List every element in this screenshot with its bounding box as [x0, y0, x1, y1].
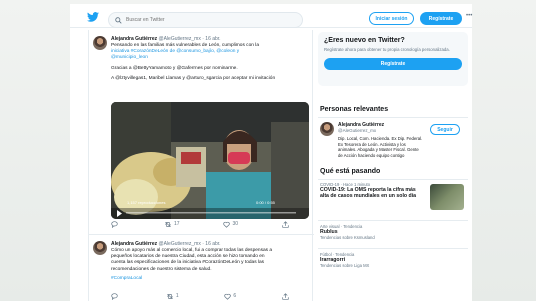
divider [89, 234, 314, 235]
like-button[interactable]: 30 [223, 220, 238, 228]
trend-item[interactable]: Arte visual · Tendencia Rublus Tendencia… [320, 224, 466, 240]
share-icon [282, 292, 289, 300]
retweet-count: 1 [175, 293, 179, 299]
share-button[interactable] [282, 292, 291, 300]
tweet[interactable]: Alejandra Gutiérrez @AleGutierrez_mx · 1… [89, 237, 314, 301]
signup-button[interactable]: Regístrate [420, 12, 462, 25]
tweet-actions: 1 6 [111, 292, 291, 300]
search-input[interactable] [126, 17, 286, 23]
signup-card-title: ¿Eres nuevo en Twitter? [324, 37, 405, 44]
retweet-icon [166, 293, 173, 299]
twitter-screen: Iniciar sesión Regístrate ••• Alejandra … [70, 4, 472, 301]
share-icon [282, 220, 289, 228]
tweet-line: A @lztyvillegas1, Maribel Llamas y @artu… [111, 75, 276, 81]
video-views: 1,157 reproducciones [127, 200, 166, 205]
trend-title[interactable]: COVID-19: La OMS reporta la cifra más al… [320, 187, 424, 200]
relevant-people-title: Personas relevantes [320, 106, 389, 113]
like-count: 30 [232, 221, 239, 227]
reply-icon [111, 292, 118, 300]
signup-card: ¿Eres nuevo en Twitter? Regístrate ahora… [318, 32, 468, 86]
reply-icon [111, 220, 118, 228]
trends-title: Qué está pasando [320, 168, 381, 175]
tweet-header: Alejandra Gutiérrez @AleGutierrez_mx · 1… [111, 36, 221, 42]
person-handle[interactable]: @AleGutierrez_mx [338, 128, 376, 133]
relevant-person[interactable]: Alejandra Gutiérrez @AleGutierrez_mx Dip… [318, 122, 468, 162]
video-player[interactable]: 1,157 reproducciones 0:00 / 0:55 [111, 102, 309, 219]
reply-button[interactable] [111, 220, 120, 228]
trend-subtitle: Tendencias sobre Liga MX [320, 263, 370, 269]
tweet-header: Alejandra Gutiérrez @AleGutierrez_mx · 1… [111, 241, 221, 247]
trend-item[interactable]: Fútbol · Tendencia Irarragorri Tendencia… [320, 252, 466, 268]
signup-card-text: Regístrate ahora para obtener tu propia … [324, 47, 450, 52]
search-box[interactable] [108, 12, 303, 28]
like-button[interactable]: 6 [224, 292, 236, 300]
video-time: 0:00 / 0:55 [256, 200, 275, 205]
login-button[interactable]: Iniciar sesión [369, 12, 414, 25]
avatar[interactable] [320, 122, 334, 136]
divider [318, 179, 468, 180]
hashtag-link[interactable]: #CompraLocal [111, 276, 309, 282]
retweet-button[interactable]: 17 [164, 220, 180, 228]
tweet[interactable]: Alejandra Gutiérrez @AleGutierrez_mx · 1… [89, 32, 314, 228]
author-name[interactable]: Alejandra Gutiérrez [111, 36, 157, 42]
retweet-button[interactable]: 1 [166, 292, 179, 300]
avatar[interactable] [93, 36, 107, 50]
author-handle[interactable]: @AleGutierrez_mx · 16 abr. [159, 36, 221, 42]
author-handle[interactable]: @AleGutierrez_mx · 16 abr. [159, 241, 221, 247]
trend-item[interactable]: COVID-19 · Hace 1 minuto COVID-19: La OM… [320, 182, 466, 214]
retweet-count: 17 [173, 221, 180, 227]
timeline: Alejandra Gutiérrez @AleGutierrez_mx · 1… [88, 30, 314, 301]
signup-card-button[interactable]: Regístrate [324, 57, 462, 70]
follow-button[interactable]: Seguir [430, 124, 460, 135]
tweet-text: Pensando en las familias más vulnerables… [111, 43, 309, 82]
top-bar: Iniciar sesión Regístrate ••• [70, 4, 472, 28]
divider [318, 220, 468, 221]
search-icon [115, 16, 122, 24]
heart-icon [223, 221, 231, 228]
divider [318, 117, 468, 118]
heart-icon [224, 293, 232, 300]
tweet-text: Cómo un apoyo más al comercio local, fui… [111, 248, 309, 282]
author-name[interactable]: Alejandra Gutiérrez [111, 241, 157, 247]
retweet-icon [165, 221, 171, 227]
trend-thumbnail[interactable] [430, 184, 464, 210]
avatar[interactable] [93, 241, 107, 255]
person-bio: Dip. Local, Com. Hacienda. Ex Dip. Feder… [338, 136, 423, 158]
reply-button[interactable] [111, 292, 120, 300]
more-options-icon[interactable]: ••• [466, 13, 472, 19]
twitter-bird-icon[interactable] [87, 12, 99, 22]
trend-subtitle: Tendencias sobre Ksmusland [320, 235, 375, 241]
like-count: 6 [233, 293, 237, 299]
share-button[interactable] [282, 220, 291, 228]
divider [318, 248, 468, 249]
tweet-actions: 17 30 [111, 220, 291, 228]
